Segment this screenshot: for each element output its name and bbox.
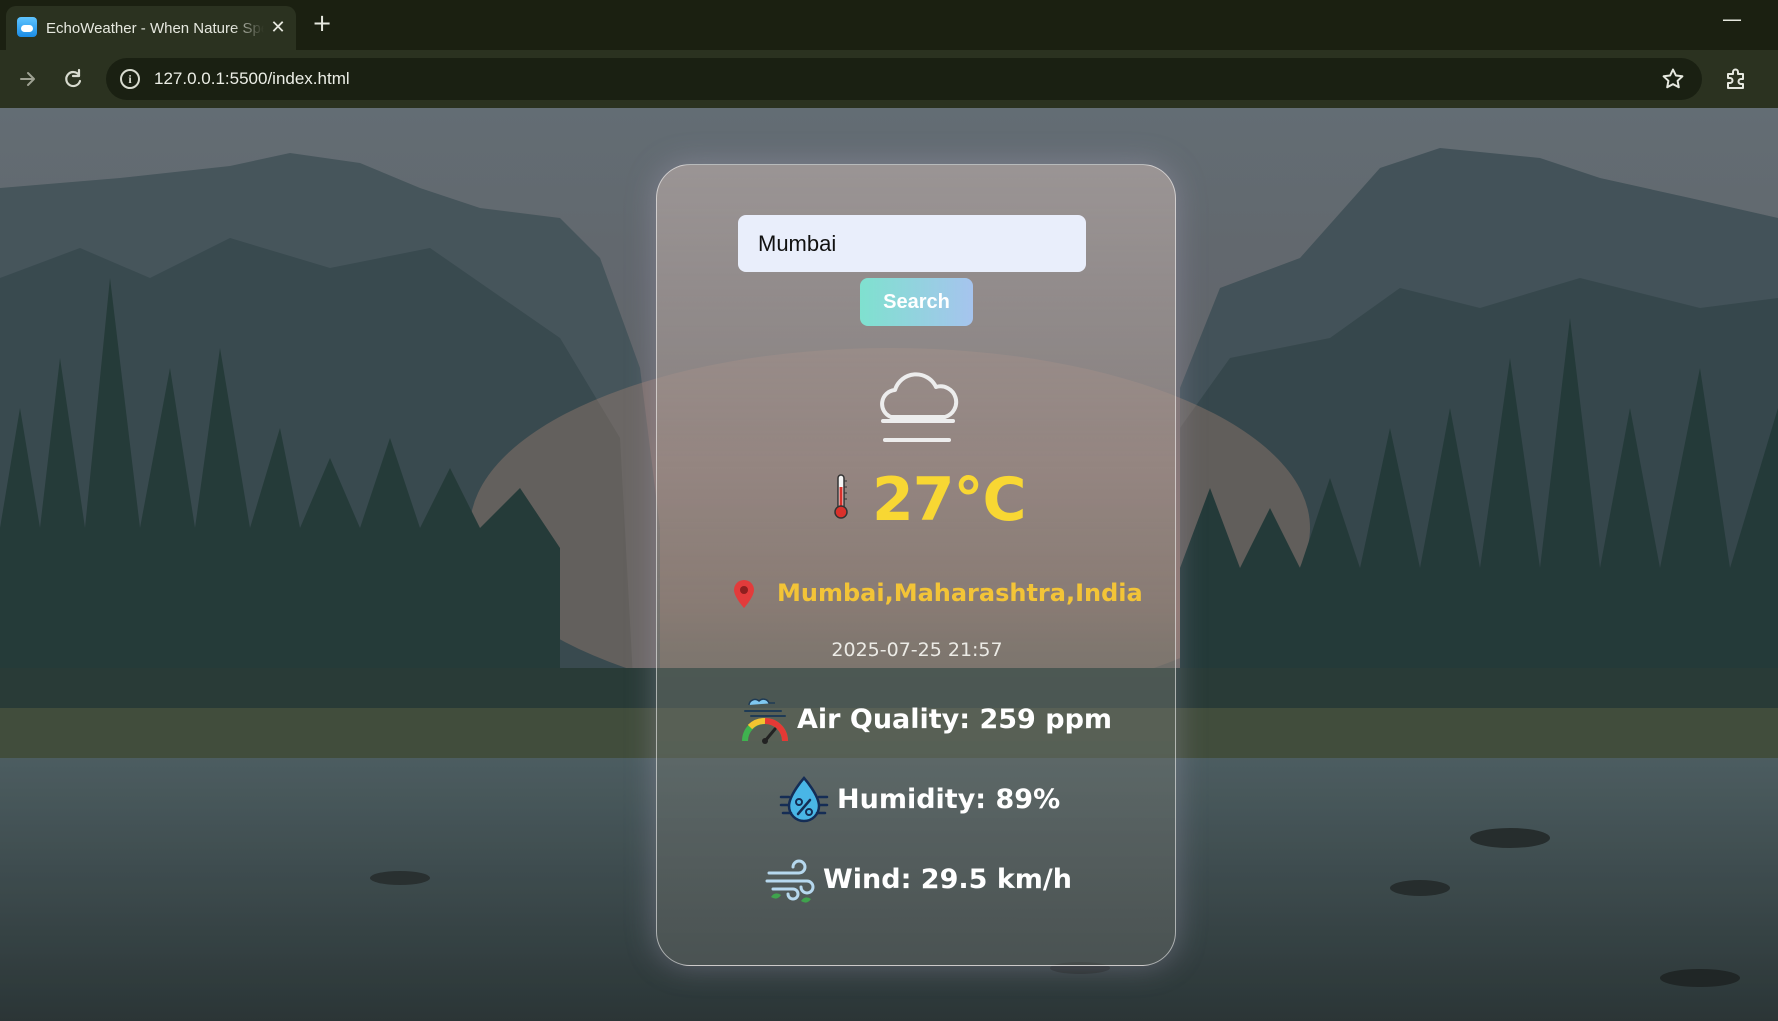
temperature-value: 27°C xyxy=(872,465,1027,535)
wind-icon xyxy=(765,855,815,905)
page-viewport: Search 27°C xyxy=(0,108,1778,1021)
air-quality-row: Air Quality: 259 ppm xyxy=(741,695,1141,749)
minimize-window-button[interactable]: — xyxy=(1720,9,1744,34)
bookmark-star-icon[interactable] xyxy=(1660,66,1686,92)
wind-label: Wind: xyxy=(823,864,912,895)
date-time: 2025-07-25 21:57 xyxy=(831,639,1003,661)
thermometer-icon xyxy=(832,473,850,521)
city-search-input[interactable] xyxy=(738,215,1086,272)
browser-tab-strip: EchoWeather - When Nature Speaks ✕ + — xyxy=(0,0,1778,50)
temperature-row: 27°C xyxy=(657,465,1177,535)
weather-favicon-icon xyxy=(17,17,37,37)
forward-arrow-icon[interactable] xyxy=(14,65,42,93)
tab-title: EchoWeather - When Nature Speaks xyxy=(46,20,264,37)
humidity-text: Humidity: 89% xyxy=(837,783,1060,817)
close-tab-icon[interactable]: ✕ xyxy=(268,18,288,38)
cloud-fog-icon xyxy=(869,365,965,449)
new-tab-button[interactable]: + xyxy=(310,11,334,36)
browser-toolbar: i 127.0.0.1:5500/index.html xyxy=(0,50,1778,108)
address-bar[interactable]: i 127.0.0.1:5500/index.html xyxy=(106,58,1702,100)
wind-value: 29.5 km/h xyxy=(920,864,1072,895)
location-row: Mumbai,Maharashtra,India xyxy=(657,575,1177,611)
extensions-puzzle-icon[interactable] xyxy=(1722,65,1750,93)
site-info-icon[interactable]: i xyxy=(120,69,140,89)
location-pin-icon xyxy=(733,579,755,609)
air-quality-label: Air Quality: xyxy=(797,704,971,735)
humidity-drop-icon xyxy=(779,775,829,825)
air-quality-text: Air Quality: 259 ppm xyxy=(797,703,1112,737)
humidity-value: 89% xyxy=(995,784,1061,815)
air-quality-gauge-icon xyxy=(741,695,789,745)
reload-icon[interactable] xyxy=(59,65,87,93)
search-button[interactable]: Search xyxy=(860,278,973,326)
location-text: Mumbai,Maharashtra,India xyxy=(777,579,1143,607)
humidity-row: Humidity: 89% xyxy=(779,775,1109,829)
browser-tab[interactable]: EchoWeather - When Nature Speaks ✕ xyxy=(6,6,296,50)
wind-text: Wind: 29.5 km/h xyxy=(823,863,1072,897)
wind-row: Wind: 29.5 km/h xyxy=(765,855,1095,909)
url-text[interactable]: 127.0.0.1:5500/index.html xyxy=(154,68,350,90)
humidity-label: Humidity: xyxy=(837,784,987,815)
air-quality-value: 259 ppm xyxy=(979,704,1113,735)
weather-card: Search 27°C xyxy=(656,164,1176,966)
